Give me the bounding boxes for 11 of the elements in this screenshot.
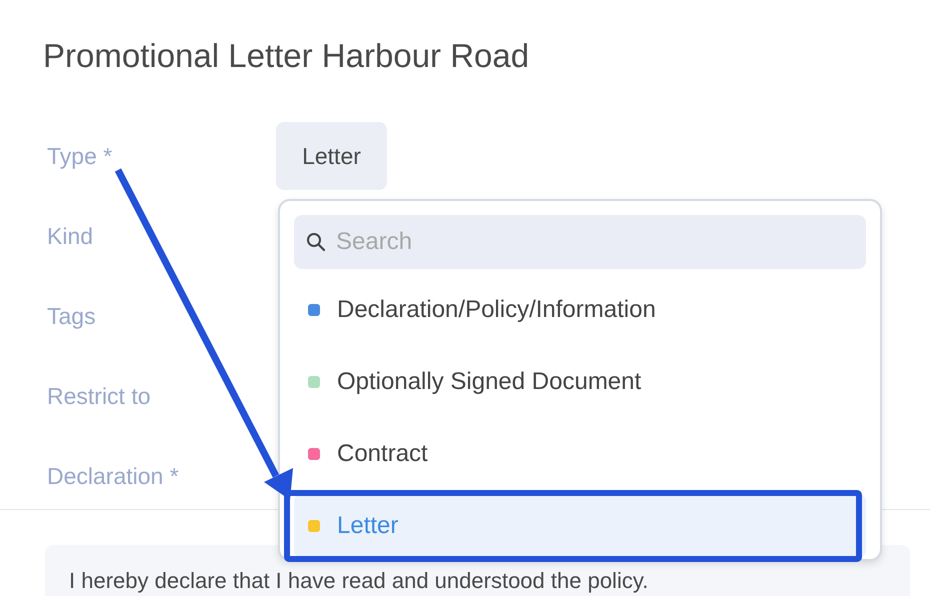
field-label: Tags xyxy=(47,303,96,329)
field-label: Restrict to xyxy=(47,383,151,409)
field-label: Type * xyxy=(47,143,112,169)
dropdown-option[interactable]: Declaration/Policy/Information xyxy=(294,279,866,341)
search-field[interactable]: Search xyxy=(294,215,866,269)
dropdown-option[interactable]: Optionally Signed Document xyxy=(294,351,866,413)
field-label: Declaration * xyxy=(47,463,179,489)
dropdown-option[interactable]: Contract xyxy=(294,423,866,485)
field-label: Kind xyxy=(47,223,94,249)
page-title: Promotional Letter Harbour Road xyxy=(43,36,530,76)
type-select[interactable]: Letter xyxy=(276,122,387,190)
